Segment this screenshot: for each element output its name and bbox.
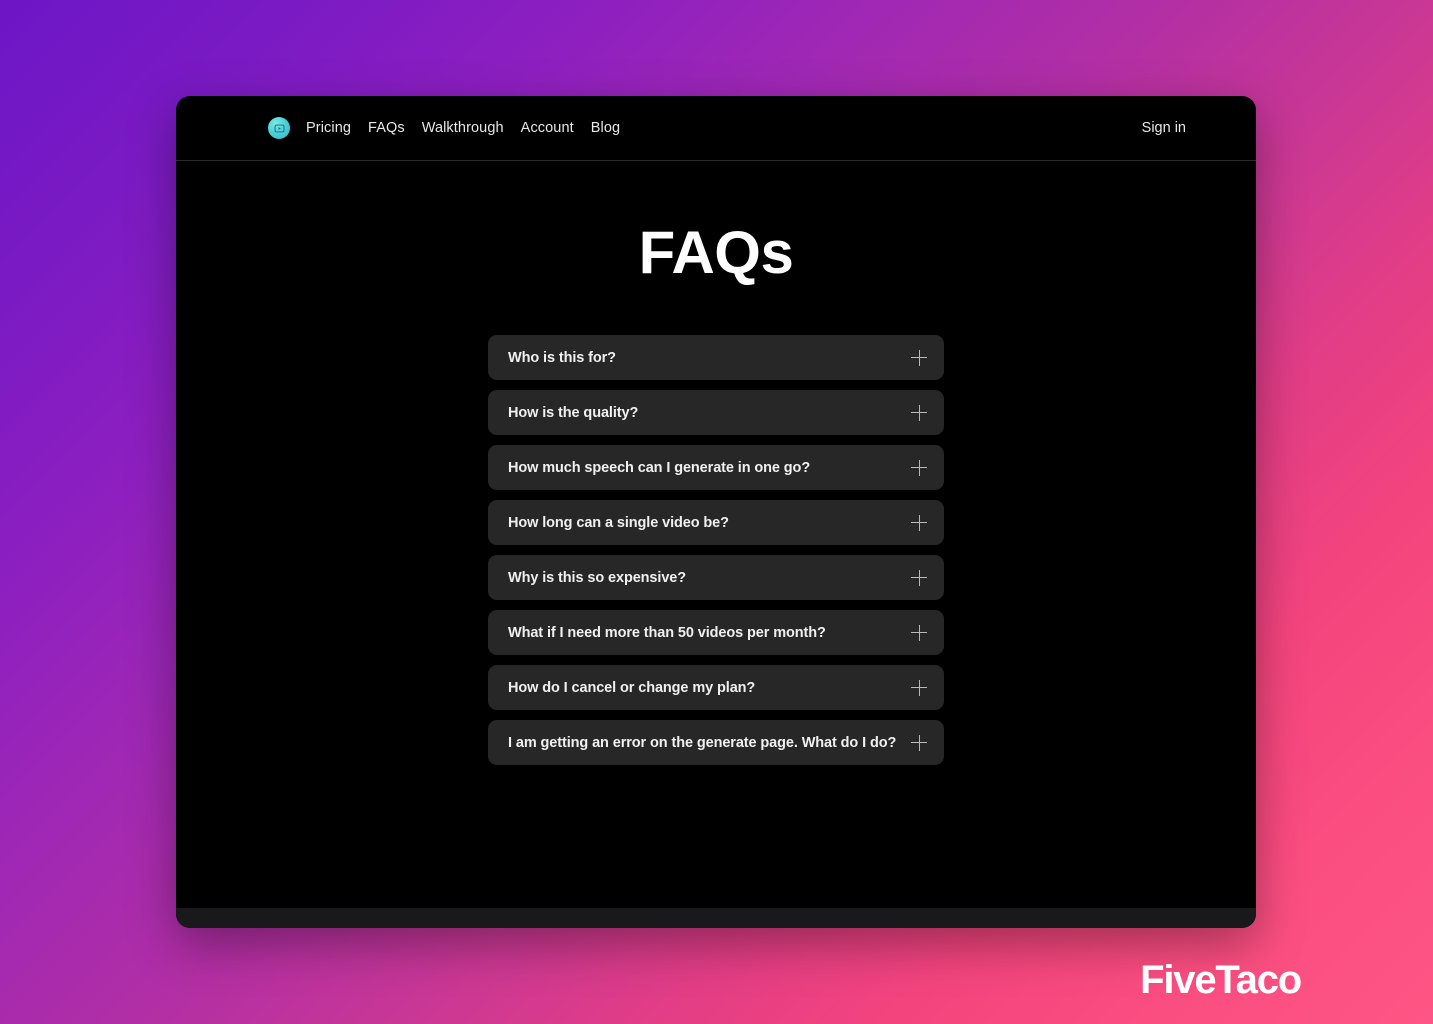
nav-item-blog[interactable]: Blog xyxy=(591,121,620,136)
faq-question: How is the quality? xyxy=(508,404,639,421)
faq-accordion-list: Who is this for? How is the quality? How… xyxy=(488,335,944,765)
plus-icon[interactable] xyxy=(911,514,927,531)
faq-question: How much speech can I generate in one go… xyxy=(508,459,811,476)
nav-item-faqs[interactable]: FAQs xyxy=(368,121,405,136)
fivetaco-watermark: FiveTaco xyxy=(1140,958,1302,1002)
nav-item-account[interactable]: Account xyxy=(521,121,574,136)
plus-icon[interactable] xyxy=(911,569,927,586)
faq-question: Who is this for? xyxy=(508,349,616,366)
primary-navigation: Pricing FAQs Walkthrough Account Blog xyxy=(306,121,620,136)
plus-icon[interactable] xyxy=(911,734,927,751)
faq-item[interactable]: Why is this so expensive? xyxy=(488,555,944,600)
faq-item[interactable]: Who is this for? xyxy=(488,335,944,380)
nav-item-walkthrough[interactable]: Walkthrough xyxy=(422,121,504,136)
faq-item[interactable]: How long can a single video be? xyxy=(488,500,944,545)
main-content: FAQs Who is this for? How is the quality… xyxy=(176,161,1256,908)
faq-item[interactable]: What if I need more than 50 videos per m… xyxy=(488,610,944,655)
faq-item[interactable]: How much speech can I generate in one go… xyxy=(488,445,944,490)
plus-icon[interactable] xyxy=(911,624,927,641)
faq-item[interactable]: How do I cancel or change my plan? xyxy=(488,665,944,710)
faq-question: I am getting an error on the generate pa… xyxy=(508,734,897,751)
sign-in-button[interactable]: Sign in xyxy=(1142,120,1186,136)
plus-icon[interactable] xyxy=(911,404,927,421)
faq-item[interactable]: I am getting an error on the generate pa… xyxy=(488,720,944,765)
site-header: Pricing FAQs Walkthrough Account Blog Si… xyxy=(176,96,1256,161)
faq-question: How long can a single video be? xyxy=(508,514,729,531)
site-footer: Shorts Generator Home FAQ Walkthrough Af… xyxy=(176,908,1256,928)
plus-icon[interactable] xyxy=(911,459,927,476)
faq-item[interactable]: How is the quality? xyxy=(488,390,944,435)
plus-icon[interactable] xyxy=(911,349,927,366)
faq-question: What if I need more than 50 videos per m… xyxy=(508,624,826,641)
faq-question: Why is this so expensive? xyxy=(508,569,686,586)
app-window: Pricing FAQs Walkthrough Account Blog Si… xyxy=(176,96,1256,928)
nav-item-pricing[interactable]: Pricing xyxy=(306,121,351,136)
plus-icon[interactable] xyxy=(911,679,927,696)
page-title: FAQs xyxy=(638,219,794,286)
video-play-circle-icon[interactable] xyxy=(268,117,290,139)
faq-question: How do I cancel or change my plan? xyxy=(508,679,756,696)
